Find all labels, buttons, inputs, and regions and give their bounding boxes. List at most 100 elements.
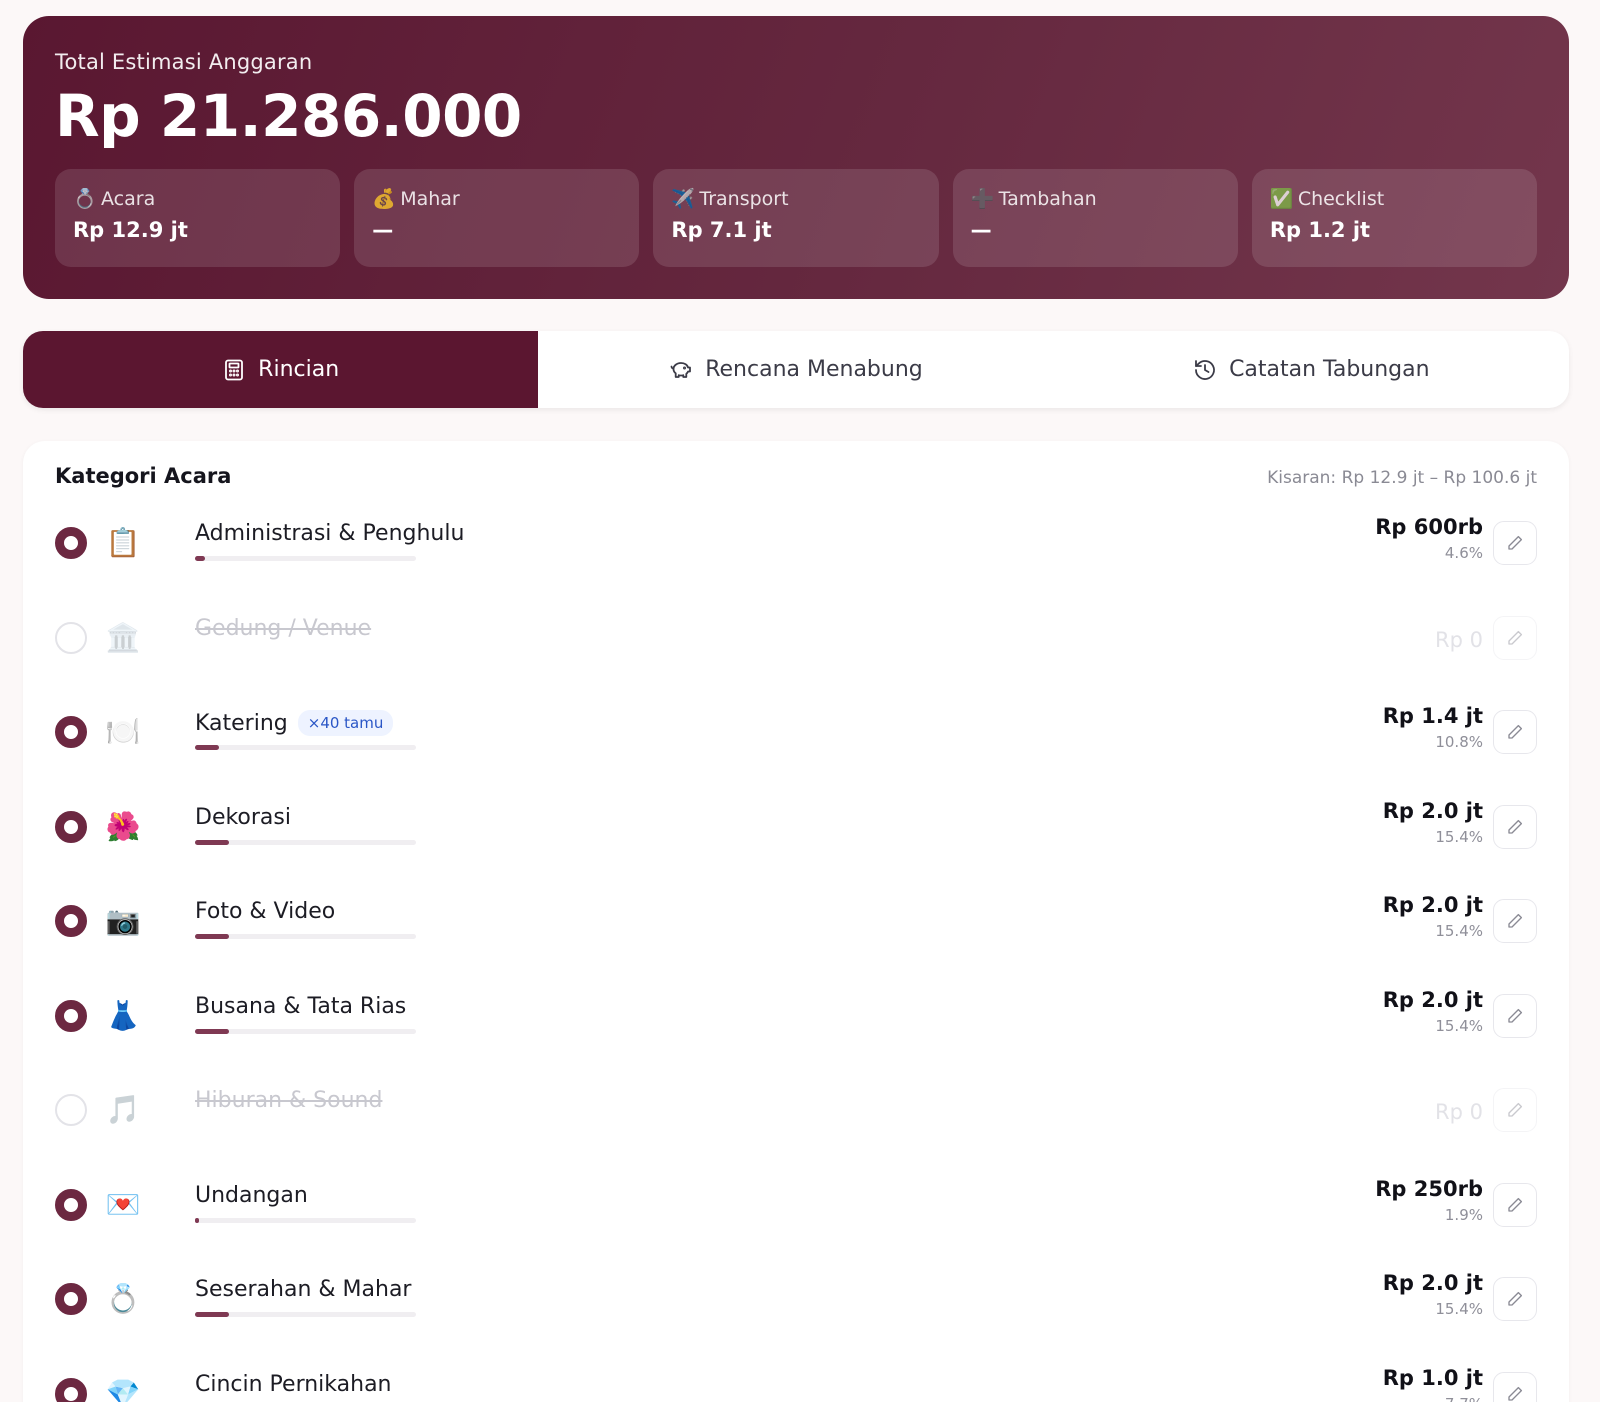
tab-rencana-menabung[interactable]: Rencana Menabung (538, 331, 1053, 408)
category-name: Busana & Tata Rias (195, 993, 407, 1019)
card-title: Kategori Acara (55, 464, 232, 488)
stat-value: — (372, 218, 394, 242)
category-toggle[interactable] (55, 999, 87, 1032)
category-name: Foto & Video (195, 899, 336, 924)
share-bar (195, 556, 416, 561)
stat-header: ➕ Tambahan (970, 187, 1220, 211)
building-icon: 🏛️ (105, 620, 141, 654)
category-row: 📷 Foto & Video Rp 2.0 jt 15.4% (55, 877, 1537, 972)
category-row: 🌺 Dekorasi Rp 2.0 jt 15.4% (55, 783, 1537, 878)
edit-button[interactable] (1493, 899, 1537, 943)
category-name-group: Gedung / Venue (195, 616, 371, 641)
pencil-icon (1508, 1008, 1523, 1023)
category-toggle[interactable] (55, 905, 87, 937)
category-name-group: Cincin Pernikahan (195, 1372, 392, 1397)
category-percent: 15.4% (1435, 1016, 1483, 1035)
clipboard-icon: 📋 (105, 526, 141, 559)
category-toggle[interactable] (55, 1188, 87, 1221)
category-row: 📋 Administrasi & Penghulu Rp 600rb 4.6% (55, 499, 1537, 594)
stat-value: — (970, 218, 992, 242)
pencil-icon (1508, 819, 1523, 834)
amount-group: Rp 1.4 jt 10.8% (1383, 704, 1483, 751)
amount-group: Rp 2.0 jt 15.4% (1383, 799, 1483, 846)
category-percent: 15.4% (1435, 1300, 1483, 1318)
tab-bar: Rincian Rencana Menabung Catatan Tabunga… (23, 331, 1569, 408)
share-bar-fill (195, 1028, 230, 1034)
edit-button[interactable] (1493, 615, 1537, 660)
category-toggle[interactable] (55, 810, 87, 843)
share-bar (195, 1028, 416, 1034)
edit-button[interactable] (1493, 1182, 1537, 1227)
category-name-group: Administrasi & Penghulu (195, 521, 464, 546)
category-percent: 10.8% (1435, 733, 1483, 751)
edit-button[interactable] (1493, 1277, 1537, 1321)
category-row: 💌 Undangan Rp 250rb 1.9% (55, 1161, 1537, 1256)
category-amount: Rp 250rb (1375, 1176, 1483, 1201)
category-card: Kategori Acara Kisaran: Rp 12.9 jt – Rp … (23, 441, 1569, 1402)
love-letter-icon: 💌 (105, 1187, 141, 1221)
edit-button[interactable] (1493, 1371, 1537, 1402)
category-name: Undangan (195, 1182, 308, 1208)
share-bar (195, 745, 416, 750)
money-bag-icon: 💰 (372, 188, 396, 210)
calculator-icon (225, 359, 244, 380)
category-row: 🏛️ Gedung / Venue Rp 0 (55, 594, 1537, 689)
category-name: Gedung / Venue (195, 615, 372, 641)
card-header: Kategori Acara Kisaran: Rp 12.9 jt – Rp … (55, 464, 1537, 488)
edit-button[interactable] (1493, 1088, 1537, 1132)
share-bar (195, 839, 416, 845)
category-toggle[interactable] (55, 1094, 87, 1126)
tab-rincian[interactable]: Rincian (23, 331, 539, 408)
category-toggle[interactable] (55, 1377, 87, 1402)
stat-transport: ✈️ Transport Rp 7.1 jt (653, 169, 939, 267)
stat-value: Rp 12.9 jt (73, 218, 188, 242)
category-name: Katering (195, 710, 288, 736)
tab-label: Catatan Tabungan (1229, 357, 1430, 382)
category-row: 💍 Seserahan & Mahar Rp 2.0 jt 15.4% (55, 1255, 1537, 1350)
stat-header: 💰 Mahar (372, 187, 621, 211)
dress-icon: 👗 (105, 998, 141, 1032)
edit-button[interactable] (1493, 993, 1537, 1038)
category-toggle[interactable] (55, 527, 87, 559)
stat-header: ✈️ Transport (671, 187, 920, 211)
pencil-icon (1508, 535, 1523, 550)
amount-group: Rp 0 (1435, 610, 1483, 652)
stat-tambahan: ➕ Tambahan — (952, 169, 1238, 267)
pencil-icon (1508, 1291, 1523, 1306)
budget-summary-card: Total Estimasi Anggaran Rp 21.286.000 💍 A… (23, 16, 1569, 299)
category-list: 📋 Administrasi & Penghulu Rp 600rb 4.6% 🏛️ Ge… (55, 499, 1537, 1402)
budget-range: Kisaran: Rp 12.9 jt – Rp 100.6 jt (1267, 468, 1537, 488)
edit-button[interactable] (1493, 710, 1537, 754)
amount-group: Rp 0 (1435, 1082, 1483, 1124)
amount-group: Rp 2.0 jt 15.4% (1383, 893, 1483, 940)
category-amount: Rp 0 (1435, 1100, 1483, 1124)
category-percent: 1.9% (1444, 1205, 1483, 1224)
category-row: 🎵 Hiburan & Sound Rp 0 (55, 1066, 1537, 1161)
category-toggle[interactable] (55, 1283, 87, 1315)
music-note-icon: 🎵 (105, 1093, 141, 1126)
stat-label: Mahar (400, 187, 460, 210)
edit-button[interactable] (1493, 521, 1537, 565)
category-amount: Rp 0 (1435, 627, 1483, 652)
tab-label: Rincian (258, 357, 340, 382)
tab-catatan-tabungan[interactable]: Catatan Tabungan (1054, 331, 1569, 408)
share-bar (195, 1312, 416, 1317)
category-name: Dekorasi (195, 804, 291, 830)
category-name-group: Undangan (195, 1183, 308, 1208)
stat-label: Transport (699, 187, 789, 210)
stat-label: Tambahan (998, 187, 1097, 210)
stat-header: ✅ Checklist (1270, 187, 1519, 211)
edit-button[interactable] (1493, 804, 1537, 849)
category-toggle[interactable] (55, 716, 87, 748)
stat-value: Rp 7.1 jt (671, 218, 772, 242)
summary-stats: 💍 Acara Rp 12.9 jt 💰 Mahar — ✈️ Transport Rp 7.1… (55, 169, 1538, 267)
stat-label: Acara (101, 187, 156, 210)
category-percent: 15.4% (1435, 922, 1483, 940)
airplane-icon: ✈️ (671, 188, 696, 210)
category-toggle[interactable] (55, 621, 87, 654)
share-bar-fill (195, 934, 230, 939)
stat-checklist: ✅ Checklist Rp 1.2 jt (1251, 169, 1538, 267)
plus-icon: ➕ (970, 188, 995, 210)
category-percent: 4.6% (1444, 544, 1483, 562)
history-icon (1195, 359, 1215, 380)
